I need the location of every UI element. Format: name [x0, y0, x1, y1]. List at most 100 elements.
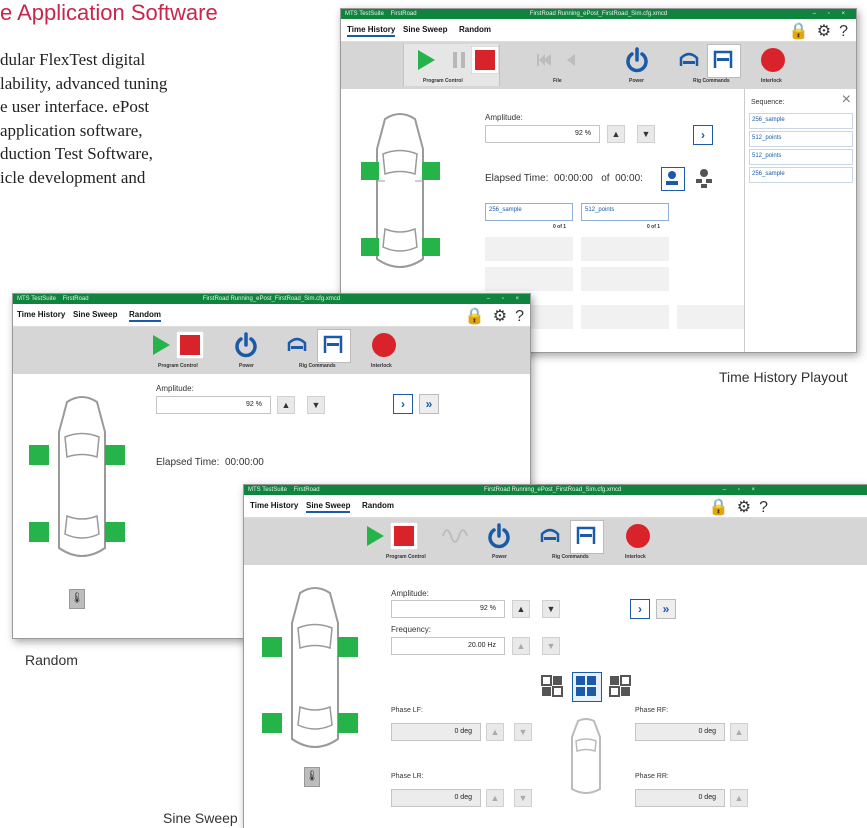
actuator-rr[interactable]	[105, 522, 125, 542]
amplitude-field[interactable]: 92 %	[391, 600, 505, 618]
phase-rr-up-button[interactable]: ▲	[730, 789, 748, 807]
amplitude-down-button[interactable]: ▼	[307, 396, 325, 414]
help-icon[interactable]: ?	[515, 308, 524, 325]
tab-random[interactable]: Random	[362, 501, 394, 510]
stop-icon[interactable]	[471, 46, 499, 74]
sequence-item[interactable]: 512_points	[749, 149, 853, 165]
stop-icon[interactable]	[390, 522, 418, 550]
temperature-icon[interactable]: 🌡	[304, 767, 320, 787]
help-icon[interactable]: ?	[759, 499, 768, 516]
rig-commands-label: Rig Commands	[552, 554, 589, 560]
tab-sine-sweep[interactable]: Sine Sweep	[403, 25, 447, 34]
frequency-field[interactable]: 20.00 Hz	[391, 637, 505, 655]
play-icon[interactable]	[360, 522, 388, 550]
queue-slot	[485, 267, 573, 291]
skip-button[interactable]: »	[656, 599, 676, 619]
sequence-item[interactable]: 256_sample	[749, 167, 853, 183]
actuator-rf[interactable]	[422, 162, 440, 180]
interlock-icon[interactable]	[370, 331, 398, 359]
gear-icon[interactable]: ⚙	[737, 499, 751, 516]
actuator-lf[interactable]	[361, 162, 379, 180]
rig-high-icon[interactable]	[709, 46, 737, 74]
step-icon	[666, 171, 678, 185]
interlock-icon[interactable]	[759, 46, 787, 74]
skip-button[interactable]: »	[419, 394, 439, 414]
phase-lf-field[interactable]: 0 deg	[391, 723, 481, 741]
actuator-lf[interactable]	[29, 445, 49, 465]
rig-low-icon[interactable]	[283, 331, 311, 359]
tab-time-history[interactable]: Time History	[347, 25, 396, 37]
pause-icon[interactable]	[445, 46, 473, 74]
queue-item[interactable]: 512_points	[581, 203, 669, 221]
phase-rf-field[interactable]: 0 deg	[635, 723, 725, 741]
tab-time-history[interactable]: Time History	[17, 310, 65, 319]
rig-commands-label: Rig Commands	[693, 78, 730, 84]
rig-low-icon[interactable]	[675, 46, 703, 74]
frequency-up-button[interactable]: ▲	[512, 637, 530, 655]
power-icon[interactable]	[485, 522, 513, 550]
phase-lr-field[interactable]: 0 deg	[391, 789, 481, 807]
phase-rf-up-button[interactable]: ▲	[730, 723, 748, 741]
gear-icon[interactable]: ⚙	[817, 23, 831, 40]
rig-high-icon[interactable]	[319, 331, 347, 359]
tab-random[interactable]: Random	[129, 310, 161, 322]
amplitude-up-button[interactable]: ▲	[277, 396, 295, 414]
window-controls[interactable]: – ▫ ×	[813, 9, 850, 19]
actuator-rr[interactable]	[422, 238, 440, 256]
amplitude-field[interactable]: 92 %	[485, 125, 600, 143]
rewind-icon[interactable]	[531, 46, 559, 74]
actuator-lf[interactable]	[262, 637, 282, 657]
multi-step-icon[interactable]	[693, 167, 715, 189]
actuator-rf[interactable]	[338, 637, 358, 657]
back-icon[interactable]	[557, 46, 585, 74]
gear-icon[interactable]: ⚙	[493, 308, 507, 325]
amplitude-field[interactable]: 92 %	[156, 396, 271, 414]
queue-item[interactable]: 256_sample	[485, 203, 573, 221]
play-icon[interactable]	[146, 331, 174, 359]
close-icon[interactable]: ×	[842, 91, 851, 109]
sequence-item[interactable]: 512_points	[749, 131, 853, 147]
amplitude-up-button[interactable]: ▲	[607, 125, 625, 143]
grid-view-icon[interactable]	[540, 674, 564, 698]
tab-sine-sweep[interactable]: Sine Sweep	[73, 310, 117, 319]
temperature-icon[interactable]: 🌡	[69, 589, 85, 609]
sine-wave-icon[interactable]	[440, 522, 468, 550]
power-icon[interactable]	[232, 331, 260, 359]
actuator-lr[interactable]	[262, 713, 282, 733]
power-icon[interactable]	[623, 46, 651, 74]
phase-lf-down-button[interactable]: ▼	[514, 723, 532, 741]
tab-random[interactable]: Random	[459, 25, 491, 34]
amplitude-up-button[interactable]: ▲	[512, 600, 530, 618]
stop-icon[interactable]	[176, 331, 204, 359]
interlock-icon[interactable]	[624, 522, 652, 550]
phase-lr-up-button[interactable]: ▲	[486, 789, 504, 807]
tab-sine-sweep[interactable]: Sine Sweep	[306, 501, 351, 513]
rig-high-icon[interactable]	[572, 522, 600, 550]
phase-lf-up-button[interactable]: ▲	[486, 723, 504, 741]
amplitude-down-button[interactable]: ▼	[637, 125, 655, 143]
next-button[interactable]: ›	[393, 394, 413, 414]
next-button[interactable]: ›	[693, 125, 713, 145]
frequency-down-button[interactable]: ▼	[542, 637, 560, 655]
lock-icon[interactable]: 🔒	[709, 499, 729, 516]
actuator-lr[interactable]	[361, 238, 379, 256]
tab-bar: Time History Sine Sweep Random 🔒 ⚙?	[341, 19, 856, 42]
window-controls[interactable]: – ▫ ×	[487, 294, 524, 304]
help-icon[interactable]: ?	[839, 23, 848, 40]
play-icon[interactable]	[411, 46, 439, 74]
actuator-rr[interactable]	[338, 713, 358, 733]
tab-time-history[interactable]: Time History	[250, 501, 298, 510]
lock-icon[interactable]: 🔒	[789, 23, 809, 40]
phase-rr-field[interactable]: 0 deg	[635, 789, 725, 807]
window-controls[interactable]: – ▫ ×	[723, 485, 760, 495]
window-title: FirstRoad Running_ePost_FirstRoad_Sim.cf…	[484, 487, 622, 493]
actuator-lr[interactable]	[29, 522, 49, 542]
lock-icon[interactable]: 🔒	[465, 308, 485, 325]
phase-lr-down-button[interactable]: ▼	[514, 789, 532, 807]
next-button[interactable]: ›	[630, 599, 650, 619]
rig-low-icon[interactable]	[536, 522, 564, 550]
sequence-item[interactable]: 256_sample	[749, 113, 853, 129]
grid-view-diagonal-icon[interactable]	[608, 674, 632, 698]
actuator-rf[interactable]	[105, 445, 125, 465]
amplitude-down-button[interactable]: ▼	[542, 600, 560, 618]
